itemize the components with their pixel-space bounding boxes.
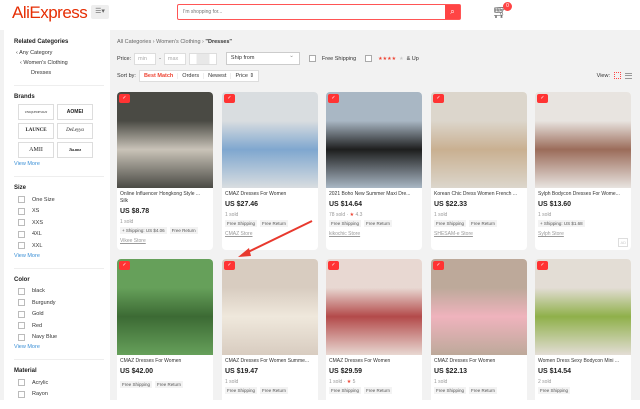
annotation-arrow	[238, 220, 313, 257]
